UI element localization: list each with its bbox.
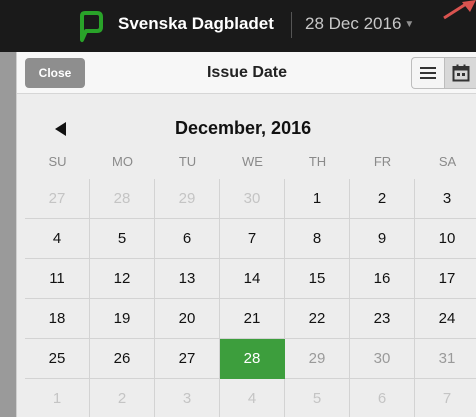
view-toggle-group	[411, 57, 476, 89]
day-cell[interactable]: 28	[90, 179, 155, 219]
day-cell[interactable]: 29	[155, 179, 220, 219]
panel-title: Issue Date	[206, 64, 288, 81]
issue-date-value: 28 Dec 2016	[305, 14, 402, 33]
day-cell[interactable]: 26	[90, 339, 155, 379]
day-cell[interactable]: 15	[285, 259, 350, 299]
day-cell[interactable]: 21	[220, 299, 285, 339]
panel-header: Close Issue Date	[17, 52, 476, 94]
day-cell[interactable]: 2	[90, 379, 155, 417]
day-cell[interactable]: 23	[350, 299, 415, 339]
day-cell[interactable]: 7	[415, 379, 476, 417]
day-cell[interactable]: 7	[220, 219, 285, 259]
day-cell[interactable]: 5	[90, 219, 155, 259]
day-cell[interactable]: 4	[25, 219, 90, 259]
publication-logo-icon	[80, 11, 103, 42]
previous-month-icon[interactable]	[55, 122, 66, 136]
selected-day-cell[interactable]: 28	[220, 339, 285, 379]
day-cell[interactable]: 12	[90, 259, 155, 299]
day-cell[interactable]: 2	[350, 179, 415, 219]
day-cell[interactable]: 11	[25, 259, 90, 299]
weekday-label: TH	[308, 154, 327, 169]
day-cell[interactable]: 4	[220, 379, 285, 417]
day-cell[interactable]: 9	[350, 219, 415, 259]
day-cell[interactable]: 27	[25, 179, 90, 219]
day-cell[interactable]: 1	[285, 179, 350, 219]
month-title: December, 2016	[175, 118, 312, 138]
day-cell[interactable]: 27	[155, 339, 220, 379]
weekday-label: FR	[373, 154, 392, 169]
day-cell[interactable]: 10	[415, 219, 476, 259]
day-cell[interactable]: 24	[415, 299, 476, 339]
weekday-label: WE	[242, 154, 263, 169]
day-cell[interactable]: 25	[25, 339, 90, 379]
day-cell[interactable]: 6	[155, 219, 220, 259]
day-cell[interactable]: 1	[25, 379, 90, 417]
chevron-down-icon: ▼	[404, 19, 415, 30]
day-cell[interactable]: 3	[155, 379, 220, 417]
day-cell[interactable]: 17	[415, 259, 476, 299]
day-cell[interactable]: 19	[90, 299, 155, 339]
pointer-arrow-icon	[443, 0, 476, 20]
day-cell[interactable]: 30	[220, 179, 285, 219]
day-cell[interactable]: 31	[415, 339, 476, 379]
header-divider	[291, 12, 292, 38]
weekday-label: TU	[178, 154, 197, 169]
day-cell[interactable]: 20	[155, 299, 220, 339]
list-icon	[420, 67, 436, 79]
day-cell[interactable]: 13	[155, 259, 220, 299]
day-cell[interactable]: 29	[285, 339, 350, 379]
day-cell[interactable]: 18	[25, 299, 90, 339]
list-view-button[interactable]	[412, 58, 444, 88]
day-cell[interactable]: 5	[285, 379, 350, 417]
day-cell[interactable]: 6	[350, 379, 415, 417]
publication-name: Svenska Dagbladet	[118, 14, 274, 33]
top-bar: Svenska Dagbladet 28 Dec 2016 ▼	[0, 0, 476, 52]
day-cell[interactable]: 16	[350, 259, 415, 299]
issue-date-panel: Close Issue Date December, 2016 SU MO TU…	[16, 52, 476, 417]
weekday-label: SU	[48, 154, 67, 169]
day-cell[interactable]: 30	[350, 339, 415, 379]
issue-date-dropdown[interactable]: 28 Dec 2016 ▼	[305, 14, 414, 34]
calendar-view-button[interactable]	[444, 58, 476, 88]
day-cell[interactable]: 8	[285, 219, 350, 259]
day-cell[interactable]: 3	[415, 179, 476, 219]
day-cell[interactable]: 22	[285, 299, 350, 339]
day-cell[interactable]: 14	[220, 259, 285, 299]
weekday-label: SA	[438, 154, 457, 169]
calendar-icon	[452, 64, 469, 82]
weekday-label: MO	[112, 154, 133, 169]
